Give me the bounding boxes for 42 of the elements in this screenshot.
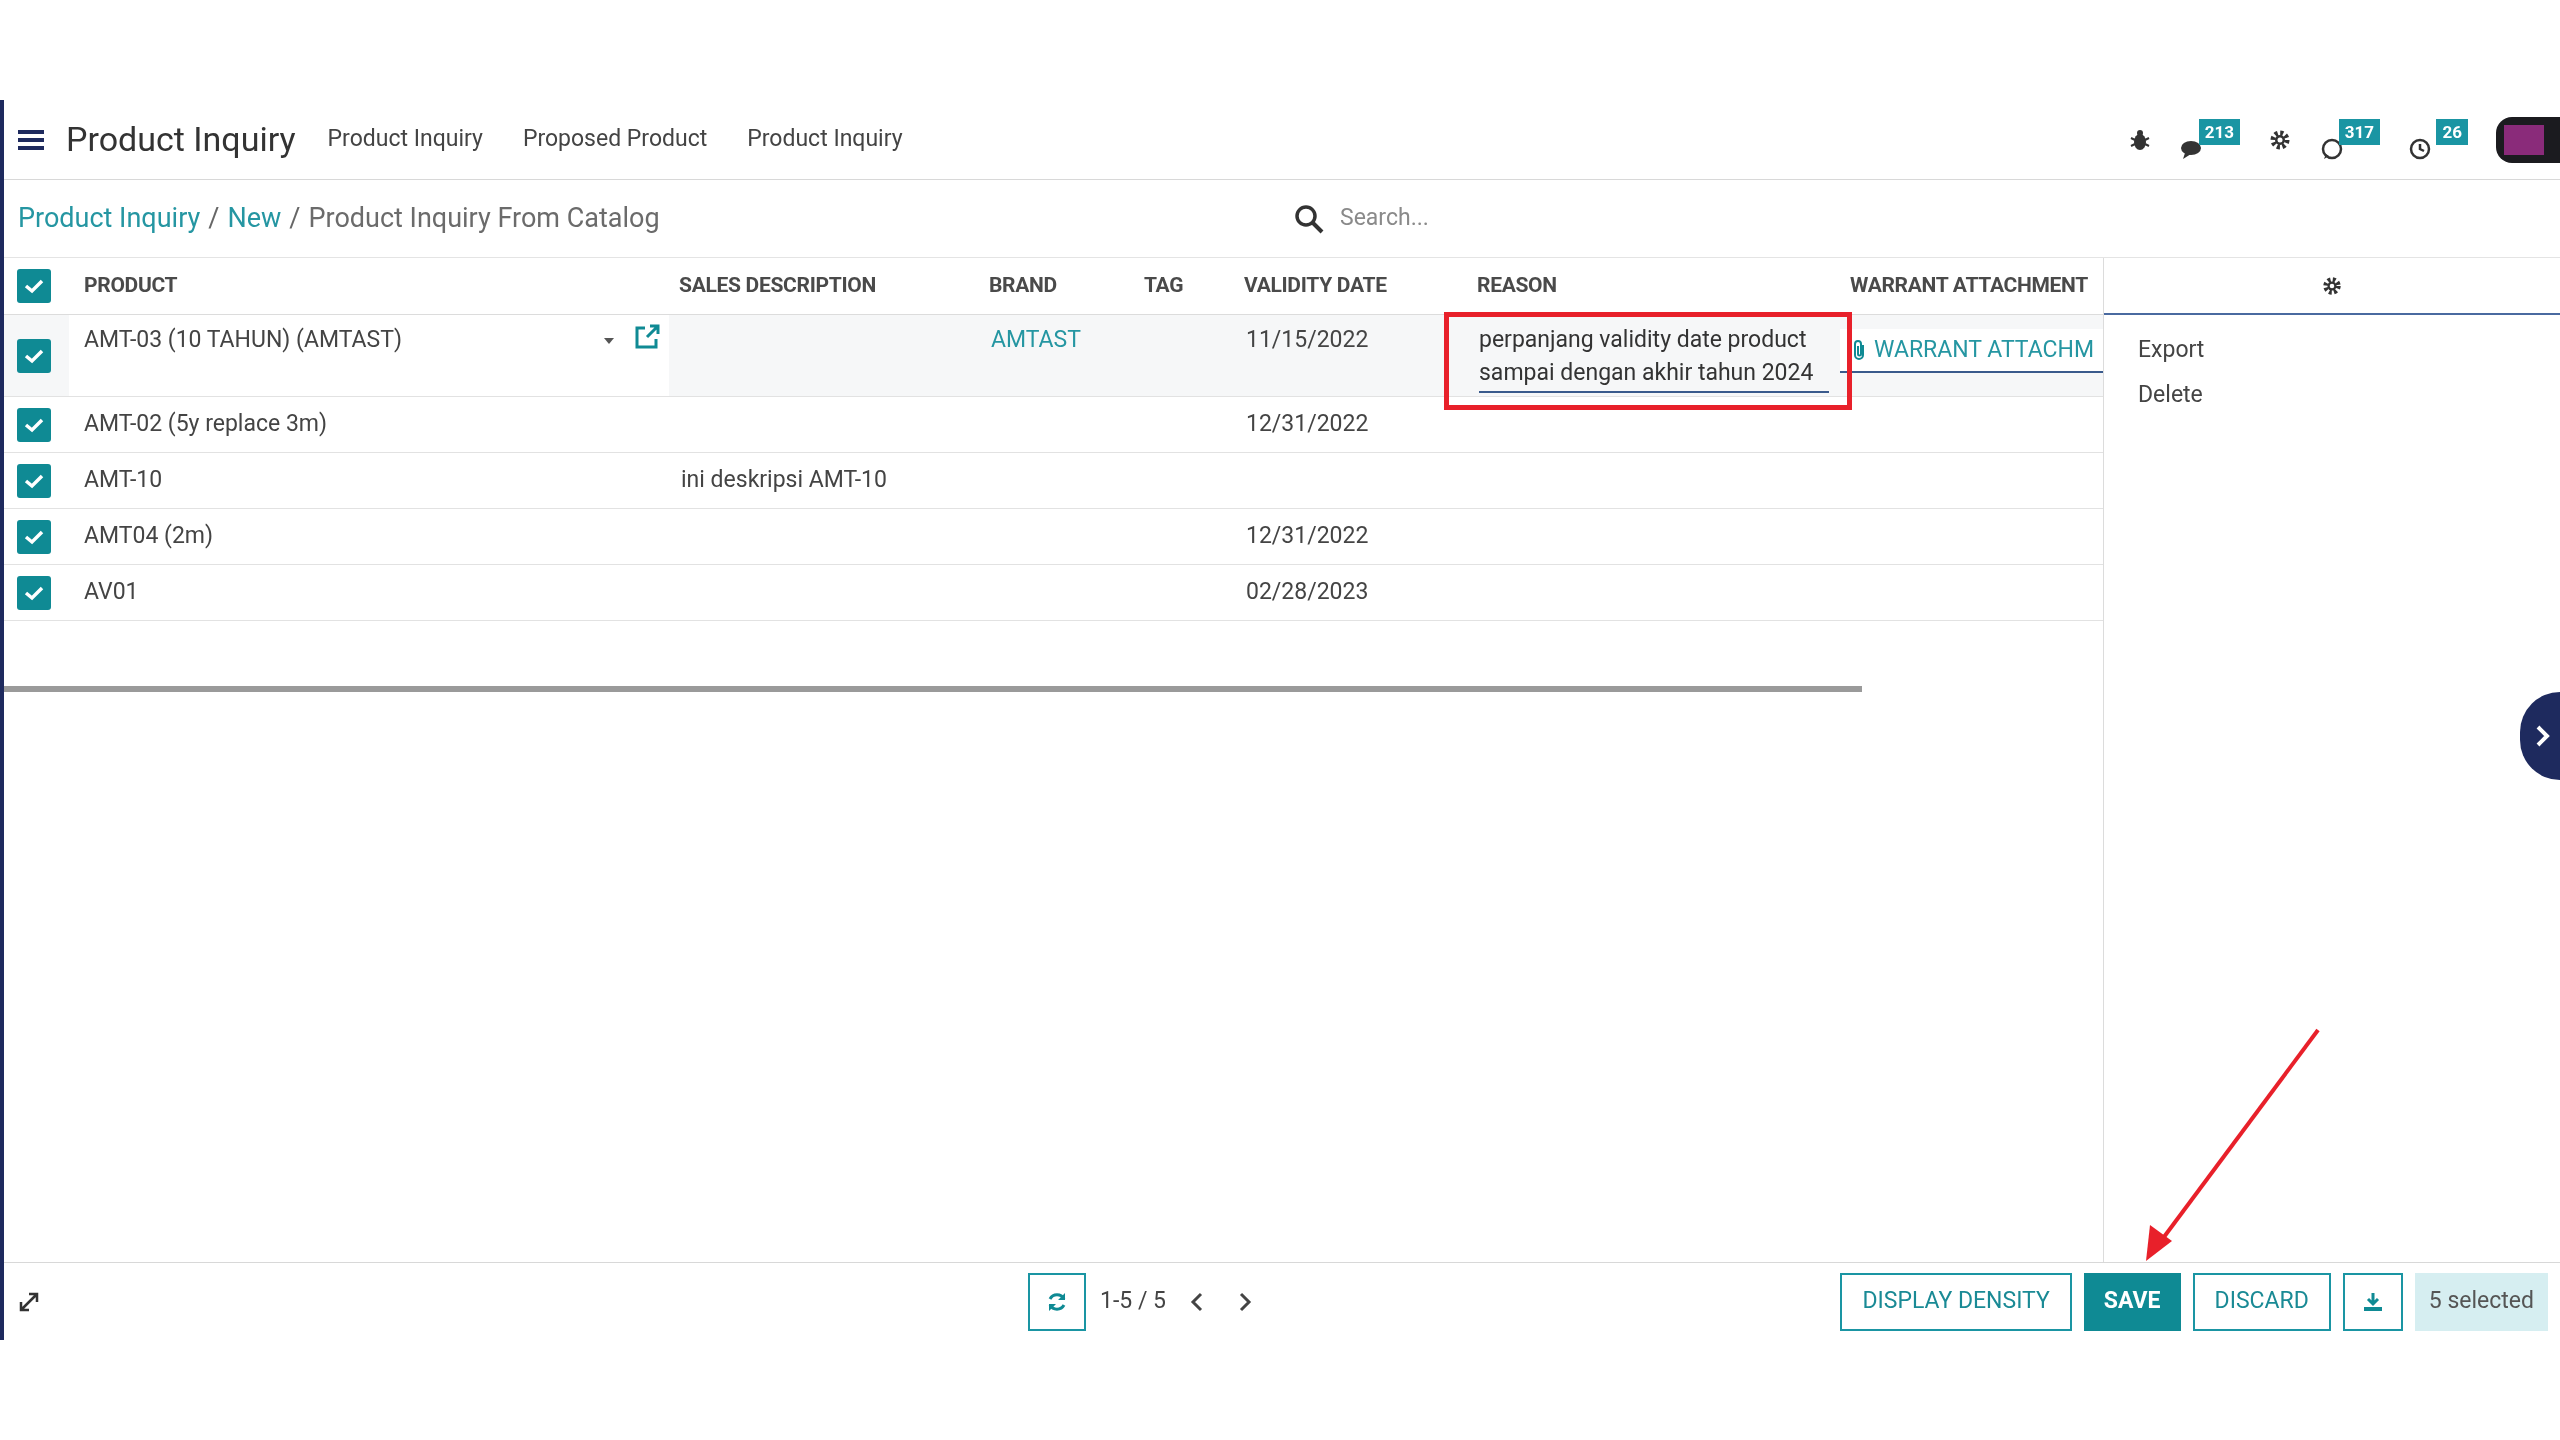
systray-button[interactable]: 26 [2408,118,2468,161]
table-cell: 11/15/2022 [1246,326,1369,353]
systray-button[interactable]: 213 [2180,118,2240,161]
column-header[interactable]: PRODUCT [69,270,669,302]
table-cell-text: AMT-02 (5y replace 3m) [83,409,329,440]
column-header[interactable]: WARRANT ATTACHMENT [1840,270,2103,302]
column-header[interactable]: SALES DESCRIPTION [669,270,979,302]
save-button[interactable]: SAVE [2083,1272,2181,1331]
attachment-button[interactable]: WARRANT ATTACHM [1840,329,2103,373]
breadcrumb-link[interactable]: New [227,198,282,239]
reason-input[interactable]: perpanjang validity date product sampai dengan akhir tahun 2024 [1479,323,1829,393]
table-cell-text: ini deskripsi AMT-10 [680,465,888,496]
table-cell-text: AMT04 (2m) [83,521,214,552]
action-menu-item[interactable]: Delete [2138,372,2560,417]
search-field[interactable]: Search... [1340,201,2560,236]
notification-badge: 213 [2198,118,2240,145]
action-menu-item[interactable]: Export [2138,327,2560,372]
menu-link[interactable]: Product Inquiry [729,122,921,157]
breadcrumb-current: Product Inquiry From Catalog [308,201,660,237]
breadcrumb-link[interactable]: Product Inquiry [18,198,201,239]
toolbar-button[interactable]: DISPLAY DENSITY [1840,1272,2072,1331]
table-cell-text: 12/31/2022 [1245,409,1370,440]
selection-count: 5 selected [2414,1272,2548,1331]
table-row[interactable]: AMT-03 (10 TAHUN) (AMTAST) AMTAST 11/15/2022 perpanjang validity date product sampai dengan akhir tahun 2024 WARRANT ATTACHM [4,315,2103,397]
column-header[interactable]: VALIDITY DATE [1234,270,1467,302]
breadcrumb-separator: / [289,201,301,237]
table-cell-text: 02/28/2023 [1245,577,1370,608]
column-header[interactable]: TAG [1134,270,1234,302]
systray-button[interactable]: 317 [2320,118,2380,161]
table-cell-text: AV01 [83,577,140,608]
app-title: Product Inquiry [66,118,296,161]
toolbar-button[interactable]: DISCARD [2192,1272,2331,1331]
notification-badge: 317 [2338,118,2380,145]
menu-link[interactable]: Proposed Product [504,122,726,157]
table-cell-text: 12/31/2022 [1245,521,1370,552]
menu-link[interactable]: Product Inquiry [309,122,501,157]
breadcrumb-separator: / [208,201,220,237]
column-header[interactable]: REASON [1467,270,1840,302]
table-cell-text: AMT-10 [83,465,164,496]
notification-badge: 26 [2436,118,2468,145]
column-header[interactable]: BRAND [979,270,1134,302]
pager-range: 1-5 / 5 [1100,1286,1167,1317]
